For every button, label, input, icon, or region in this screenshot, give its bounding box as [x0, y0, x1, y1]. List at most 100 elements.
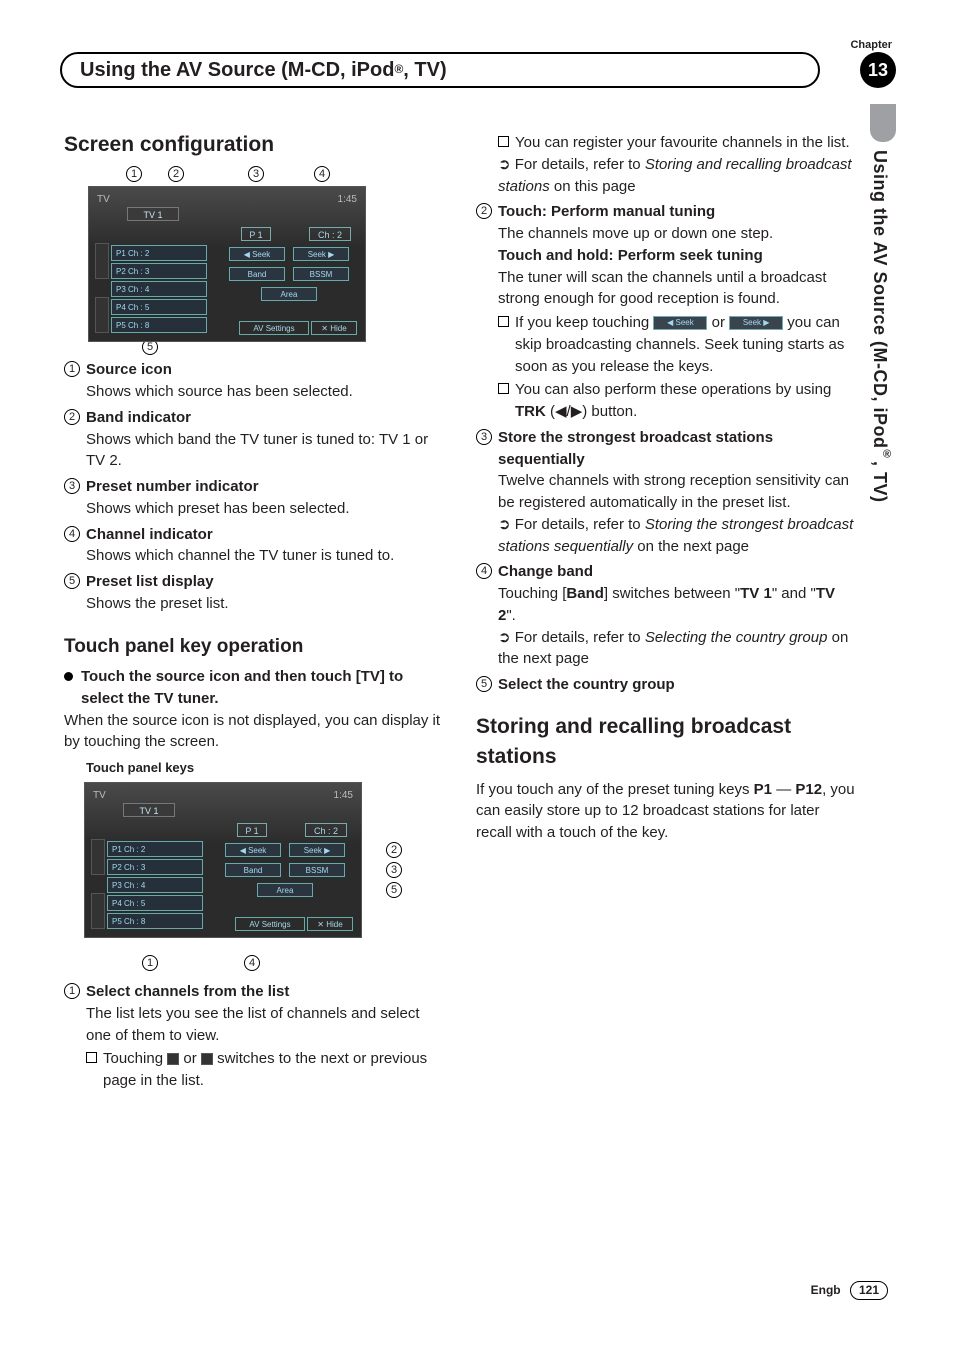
- title-prefix: Using the AV Source (M-CD, iPod: [80, 56, 394, 85]
- preset-row[interactable]: P4 Ch : 5: [111, 299, 207, 315]
- tv-source: TV: [97, 193, 110, 208]
- def-title: Source icon: [86, 361, 172, 378]
- def-num: 2: [476, 203, 492, 219]
- p1: P1: [754, 781, 772, 798]
- seek-right-button[interactable]: Seek ▶: [293, 247, 349, 261]
- channel-box: Ch : 2: [305, 823, 347, 837]
- def-body: Shows which source has been selected.: [86, 383, 353, 400]
- text: Twelve channels with strong reception se…: [498, 472, 849, 511]
- preset-row[interactable]: P5 Ch : 8: [111, 317, 207, 333]
- callout-3: 3: [248, 166, 264, 182]
- def-num: 1: [64, 983, 80, 999]
- def-num: 3: [476, 429, 492, 445]
- callout-2: 2: [386, 842, 402, 858]
- text: ".: [506, 607, 516, 624]
- seek-right-button[interactable]: Seek ▶: [289, 843, 345, 857]
- def-num: 4: [64, 526, 80, 542]
- callout-1: 1: [126, 166, 142, 182]
- bssm-button[interactable]: BSSM: [293, 267, 349, 281]
- text: You can also perform these operations by…: [515, 381, 831, 398]
- callout-3: 3: [386, 862, 402, 878]
- seek-left-button[interactable]: ◀ Seek: [229, 247, 285, 261]
- figure-screen-config: 1 2 3 4 5 TV 1:45 TV 1 P 1 Ch : 2 P1 Ch …: [88, 168, 368, 353]
- arrow-icon: ➲: [498, 629, 515, 646]
- band-button[interactable]: Band: [225, 863, 281, 877]
- sub-text: or: [179, 1050, 201, 1067]
- footer: Engb 121: [811, 1281, 888, 1300]
- preset-row[interactable]: P2 Ch : 3: [111, 263, 207, 279]
- side-sup: ®: [881, 449, 893, 462]
- scroll-down-icon[interactable]: [95, 297, 109, 333]
- band-button[interactable]: Band: [229, 267, 285, 281]
- side-prefix: Using the AV Source (M-CD, iPod: [870, 150, 890, 449]
- storing-para: If you touch any of the preset tuning ke…: [476, 779, 856, 844]
- av-settings-button[interactable]: AV Settings: [239, 321, 309, 335]
- tv-screenshot: TV 1:45 TV 1 P 1 Ch : 2 P1 Ch : 2 P2 Ch …: [88, 186, 366, 342]
- seek-left-button[interactable]: ◀ Seek: [225, 843, 281, 857]
- scroll-down-icon[interactable]: [91, 893, 105, 929]
- def-body: Shows which channel the TV tuner is tune…: [86, 547, 394, 564]
- heading-screen-config: Screen configuration: [64, 130, 444, 160]
- ref-text: on the next page: [633, 538, 749, 555]
- bssm-button[interactable]: BSSM: [289, 863, 345, 877]
- def-body: Shows which preset has been selected.: [86, 500, 350, 517]
- hide-button[interactable]: ✕ Hide: [307, 917, 353, 931]
- trk-label: TRK: [515, 403, 546, 420]
- preset-row[interactable]: P1 Ch : 2: [111, 245, 207, 261]
- text: " and ": [772, 585, 816, 602]
- preset-row[interactable]: P3 Ch : 4: [107, 877, 203, 893]
- def-title: Store the strongest broadcast stations s…: [498, 429, 773, 468]
- ref-text: For details, refer to: [515, 516, 645, 533]
- preset-row[interactable]: P1 Ch : 2: [107, 841, 203, 857]
- hide-button[interactable]: ✕ Hide: [311, 321, 357, 335]
- preset-row[interactable]: P2 Ch : 3: [107, 859, 203, 875]
- text: Touching [: [498, 585, 566, 602]
- box-icon: [498, 383, 509, 394]
- tv-band: TV 1: [127, 207, 179, 221]
- def-num: 2: [64, 409, 80, 425]
- channel-box: Ch : 2: [309, 227, 351, 241]
- box-icon: [498, 136, 509, 147]
- av-settings-button[interactable]: AV Settings: [235, 917, 305, 931]
- left-column: Screen configuration 1 2 3 4 5 TV 1:45 T…: [64, 130, 444, 1092]
- side-section-title: Using the AV Source (M-CD, iPod®, TV): [867, 150, 894, 503]
- preset-row[interactable]: P5 Ch : 8: [107, 913, 203, 929]
- box-icon: [86, 1052, 97, 1063]
- def-title: Channel indicator: [86, 526, 213, 543]
- def-title: Select the country group: [498, 676, 675, 693]
- preset-box: P 1: [241, 227, 271, 241]
- text: If you keep touching: [515, 314, 653, 331]
- def-title: Change band: [498, 563, 593, 580]
- scroll-up-icon[interactable]: [95, 243, 109, 279]
- scroll-col: [95, 243, 109, 351]
- text: (◀/▶) button.: [546, 403, 637, 420]
- sub-text: Touching: [103, 1050, 167, 1067]
- sub-bullet: Touching or switches to the next or prev…: [64, 1048, 444, 1092]
- def-num: 5: [476, 676, 492, 692]
- area-button[interactable]: Area: [257, 883, 313, 897]
- ref-text: For details, refer to: [515, 156, 645, 173]
- def-title: Select channels from the list: [86, 983, 289, 1000]
- tv-source: TV: [93, 789, 106, 804]
- touch-lead-text: Touch the source icon and then touch [TV…: [81, 666, 444, 710]
- touch-body: When the source icon is not displayed, y…: [64, 710, 444, 754]
- seek-right-inline: Seek ▶: [729, 316, 783, 330]
- tv-screenshot-2: TV 1:45 TV 1 P 1 Ch : 2 P1 Ch : 2 P2 Ch …: [84, 782, 362, 938]
- ref-text: on this page: [550, 178, 636, 195]
- text: or: [707, 314, 729, 331]
- page-title: Using the AV Source (M-CD, iPod®, TV): [60, 52, 820, 88]
- def-title: Touch: Perform manual tuning: [498, 203, 715, 220]
- page-up-icon: [167, 1053, 179, 1065]
- preset-box: P 1: [237, 823, 267, 837]
- scroll-up-icon[interactable]: [91, 839, 105, 875]
- preset-row[interactable]: P3 Ch : 4: [111, 281, 207, 297]
- preset-row[interactable]: P4 Ch : 5: [107, 895, 203, 911]
- page-number: 121: [850, 1281, 888, 1300]
- text: The channels move up or down one step.: [498, 225, 773, 242]
- def-num: 4: [476, 563, 492, 579]
- def-body: Shows the preset list.: [86, 595, 229, 612]
- definition-list: 1Source iconShows which source has been …: [64, 359, 444, 614]
- title-suffix: , TV): [403, 56, 446, 85]
- callout-2: 2: [168, 166, 184, 182]
- area-button[interactable]: Area: [261, 287, 317, 301]
